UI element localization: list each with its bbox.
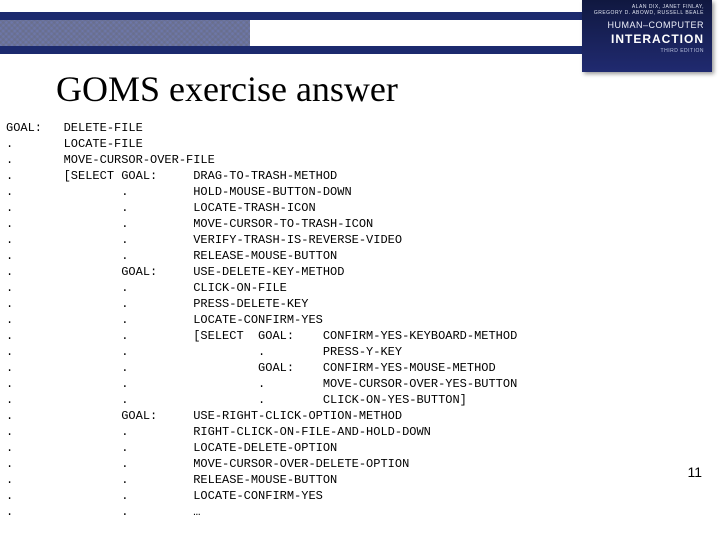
book-cover: ALAN DIX, JANET FINLAY, GREGORY D. ABOWD… xyxy=(582,0,712,72)
book-title-line1: HUMAN–COMPUTER xyxy=(607,20,704,30)
book-authors: ALAN DIX, JANET FINLAY, GREGORY D. ABOWD… xyxy=(594,4,704,16)
page-number: 11 xyxy=(687,464,702,480)
slide-title: GOMS exercise answer xyxy=(56,68,398,110)
book-title-line2: INTERACTION xyxy=(611,32,704,46)
header-rule-bottom xyxy=(0,48,642,54)
slide: ALAN DIX, JANET FINLAY, GREGORY D. ABOWD… xyxy=(0,0,720,540)
header-bar: ALAN DIX, JANET FINLAY, GREGORY D. ABOWD… xyxy=(0,0,720,60)
header-pattern xyxy=(0,20,250,46)
book-edition: THIRD EDITION xyxy=(661,48,704,54)
goms-listing: GOAL: DELETE-FILE . LOCATE-FILE . MOVE-C… xyxy=(6,120,680,530)
